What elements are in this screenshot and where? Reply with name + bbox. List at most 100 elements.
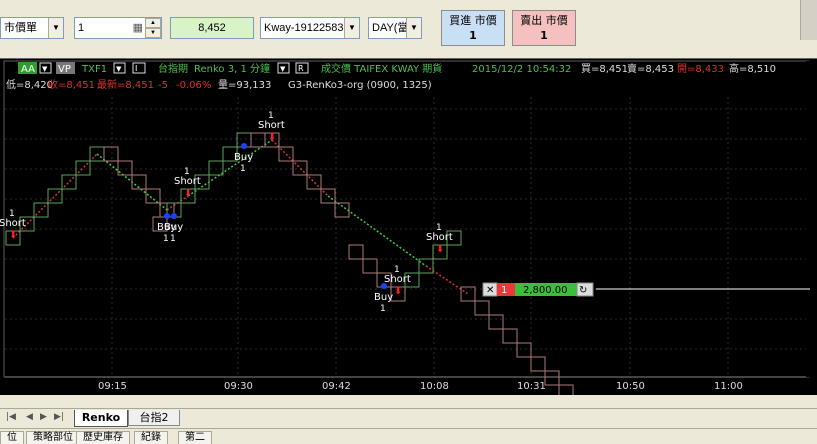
badge-vp-label: VP [58, 64, 71, 75]
close-icon: ✕ [486, 285, 494, 296]
bid-price: 買=8,451 [581, 63, 628, 75]
bottom-tab-log[interactable]: 紀錄 [134, 431, 168, 444]
chevron-down-icon: ▼ [42, 65, 48, 73]
order-toolbar: 市價單 ▼ 1 ▦ ▲ ▼ 8,452 Kway-19122583 ▼ DAY(… [0, 0, 817, 56]
first-tab-arrow-icon[interactable]: |◀ [6, 412, 16, 422]
signal-count: 1 [163, 234, 169, 244]
down-arrow-icon: ⬇ [268, 132, 276, 143]
chevron-down-icon[interactable]: ▼ [344, 18, 359, 38]
high-price: 高=8,510 [729, 62, 776, 75]
down-arrow-icon: ⬇ [394, 286, 402, 297]
session-value: DAY(當 [372, 22, 409, 34]
signal-count: 1 [380, 304, 386, 314]
toolbar-edge [800, 0, 817, 40]
buy-dot-icon [171, 213, 177, 219]
bottom-tab-history[interactable]: 歷史庫存 [76, 431, 130, 444]
x-tick-label: 10:50 [616, 381, 645, 392]
chart-canvas[interactable]: AA VP ▼ TXF1 ▼ I 台指期 Renko 3, 1 分鐘 ▼ R 成… [0, 59, 817, 400]
down-arrow-icon: ⬇ [184, 188, 192, 199]
spin-down-icon[interactable]: ▼ [145, 28, 161, 38]
buy-dot-icon [381, 283, 387, 289]
x-tick-label: 11:00 [714, 381, 743, 392]
chevron-down-icon: ▼ [280, 65, 286, 73]
chart-interval: Renko 3, 1 分鐘 [194, 62, 270, 75]
calculator-icon[interactable]: ▦ [133, 18, 143, 38]
price-axis-strip [806, 61, 817, 377]
short-label: Short [0, 218, 26, 229]
sell-button-label: 賣出 市價 [520, 14, 568, 27]
buy-dot-icon [241, 143, 247, 149]
renko-chart[interactable]: AA VP ▼ TXF1 ▼ I 台指期 Renko 3, 1 分鐘 ▼ R 成… [0, 58, 817, 400]
range-button-label: R [298, 64, 304, 73]
bottom-tab-label: 歷史庫存 [83, 432, 123, 443]
bottom-tab-label: 第二 [185, 432, 205, 443]
bottom-tab-label: 紀錄 [141, 432, 161, 443]
spin-up-icon[interactable]: ▲ [145, 18, 161, 28]
account-select[interactable]: Kway-19122583 ▼ [260, 17, 360, 39]
chevron-down-icon: ▼ [116, 65, 122, 73]
quantity-value: 1 [78, 22, 85, 34]
buy-dot-icon [164, 213, 170, 219]
short-label: Short [258, 120, 285, 131]
buy-label: Buy [164, 222, 183, 233]
chart-datetime: 2015/12/2 10:54:32 [472, 64, 571, 75]
short-label: Short [174, 176, 201, 187]
open-price: 開=8,433 [677, 63, 724, 75]
strategy-name: G3-RenKo3-org (0900, 1325) [288, 80, 432, 91]
x-tick-label: 09:15 [98, 381, 127, 392]
down-arrow-icon: ⬇ [436, 244, 444, 255]
tab-taizhi2-label: 台指2 [139, 411, 169, 424]
low-price: 低=8,420 [6, 78, 53, 91]
signal-count: 1 [170, 234, 176, 244]
symbol-label: TXF1 [81, 64, 107, 75]
interval-button-label: I [135, 64, 137, 73]
bottom-tab-label: 位 [7, 432, 17, 443]
order-price: 2,800.00 [523, 285, 568, 296]
price-change-pct: -0.06% [176, 80, 211, 91]
last-tab-arrow-icon[interactable]: ▶| [54, 412, 64, 422]
sheet-tabs-bar: |◀ ◀ ▶ ▶| Renko 台指2 [0, 408, 817, 428]
order-type-value: 市價單 [4, 22, 37, 34]
x-tick-label: 09:30 [224, 381, 253, 392]
prev-tab-arrow-icon[interactable]: ◀ [26, 412, 33, 422]
badge-aa-label: AA [21, 64, 35, 75]
chevron-down-icon[interactable]: ▼ [406, 18, 421, 38]
order-type-select[interactable]: 市價單 ▼ [0, 17, 64, 39]
price-value: 8,452 [198, 22, 226, 34]
short-label: Short [426, 232, 453, 243]
instrument-name: 台指期 [158, 62, 188, 75]
x-tick-label: 09:42 [322, 381, 351, 392]
price-change: -5 [158, 80, 168, 91]
tab-renko[interactable]: Renko [74, 410, 128, 427]
bottom-tab-second[interactable]: 第二 [178, 431, 212, 444]
chevron-down-icon[interactable]: ▼ [48, 18, 63, 38]
x-tick-label: 10:08 [420, 381, 449, 392]
buy-market-button[interactable]: 買進 市價 1 [441, 10, 505, 46]
down-arrow-icon: ⬇ [9, 230, 17, 241]
sell-market-button[interactable]: 賣出 市價 1 [512, 10, 576, 46]
quantity-field[interactable]: 1 ▦ ▲ ▼ [74, 17, 162, 39]
volume: 量=93,133 [218, 79, 271, 91]
buy-button-qty: 1 [469, 29, 477, 42]
order-qty: 1 [501, 285, 507, 296]
x-tick-label: 10:31 [517, 381, 546, 392]
price-field[interactable]: 8,452 [170, 17, 254, 39]
tab-taizhi2[interactable]: 台指2 [128, 410, 180, 426]
buy-button-label: 買進 市價 [449, 14, 497, 27]
sell-button-qty: 1 [540, 29, 548, 42]
bottom-tab-position[interactable]: 位 [0, 431, 24, 444]
tab-renko-label: Renko [81, 411, 121, 424]
bottom-panel-tabs: 位 策略部位 歷史庫存 紀錄 第二 [0, 428, 817, 444]
last-price: 最新=8,451 [97, 78, 154, 91]
next-tab-arrow-icon[interactable]: ▶ [40, 412, 47, 422]
buy-label: Buy [234, 152, 253, 163]
chart-background [0, 59, 817, 395]
short-label: Short [384, 274, 411, 285]
close-price: 收=8,451 [48, 78, 95, 91]
session-select[interactable]: DAY(當 ▼ [368, 17, 422, 39]
refresh-icon: ↻ [579, 285, 587, 296]
buy-label: Buy [374, 292, 393, 303]
bottom-tab-label: 策略部位 [33, 432, 73, 443]
bottom-tab-strategy-position[interactable]: 策略部位 [26, 431, 80, 444]
signal-count: 1 [240, 164, 246, 174]
